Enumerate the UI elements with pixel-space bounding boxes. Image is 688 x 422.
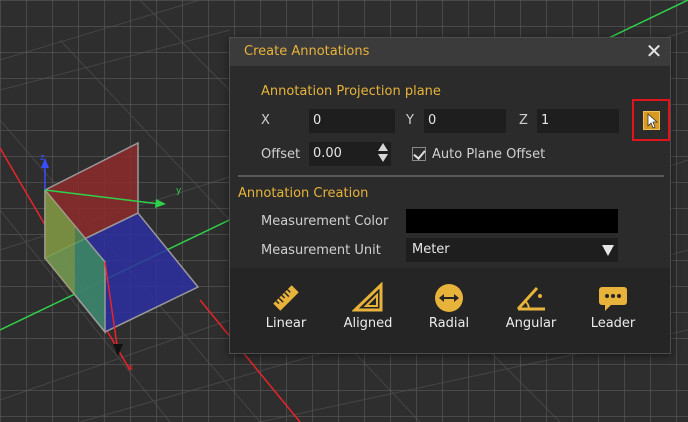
aligned-tool-label: Aligned [343,316,393,331]
leader-tool-label: Leader [590,316,636,331]
measurement-unit-select[interactable]: Meter [406,238,618,262]
creation-section-title: Annotation Creation [238,186,369,201]
set-square-icon [352,282,383,312]
pick-plane-icon [643,111,660,130]
auto-plane-offset-label: Auto Plane Offset [432,147,546,162]
annotation-tool-bar: Linear Aligned Radial Angular Leader [230,268,670,353]
angular-tool-button[interactable]: Angular [495,280,567,340]
y-axis-label: y [176,186,182,196]
radius-icon [435,284,463,312]
create-annotations-dialog: Create Annotations ✕ Annotation Projecti… [229,37,671,354]
auto-plane-offset-checkbox[interactable] [412,147,426,161]
dropdown-arrow-icon [602,245,614,256]
angle-icon [516,286,545,311]
aligned-tool-button[interactable]: Aligned [332,280,404,340]
pick-plane-button[interactable] [632,99,670,141]
z-axis-label: z [40,153,45,163]
x-label: X [261,113,270,128]
measurement-color-label: Measurement Color [261,214,389,229]
projection-section-title: Annotation Projection plane [261,84,441,99]
measurement-unit-value: Meter [412,242,450,257]
leader-tool-button[interactable]: Leader [577,280,649,340]
angular-tool-label: Angular [505,316,557,331]
offset-spinner[interactable] [376,141,390,165]
radial-tool-button[interactable]: Radial [413,280,485,340]
x-input[interactable]: 0 [309,109,395,133]
ruler-icon [273,285,299,311]
dialog-title: Create Annotations [244,44,370,59]
spinner-down-icon[interactable] [378,154,388,162]
y-input[interactable]: 0 [424,109,506,133]
linear-tool-label: Linear [265,316,307,331]
measurement-color-swatch[interactable] [406,209,618,233]
spinner-up-icon[interactable] [378,143,388,151]
y-label: Y [406,113,414,128]
x-axis-label: x [128,363,134,373]
section-divider [238,175,664,177]
dialog-title-bar[interactable]: Create Annotations ✕ [230,38,670,66]
z-label: Z [519,113,528,128]
measurement-unit-label: Measurement Unit [261,243,381,258]
close-button[interactable]: ✕ [644,41,664,61]
radial-tool-label: Radial [428,316,470,331]
offset-label: Offset [261,147,301,162]
linear-tool-button[interactable]: Linear [250,280,322,340]
z-input[interactable]: 1 [537,109,619,133]
speech-bubble-icon [599,287,627,311]
